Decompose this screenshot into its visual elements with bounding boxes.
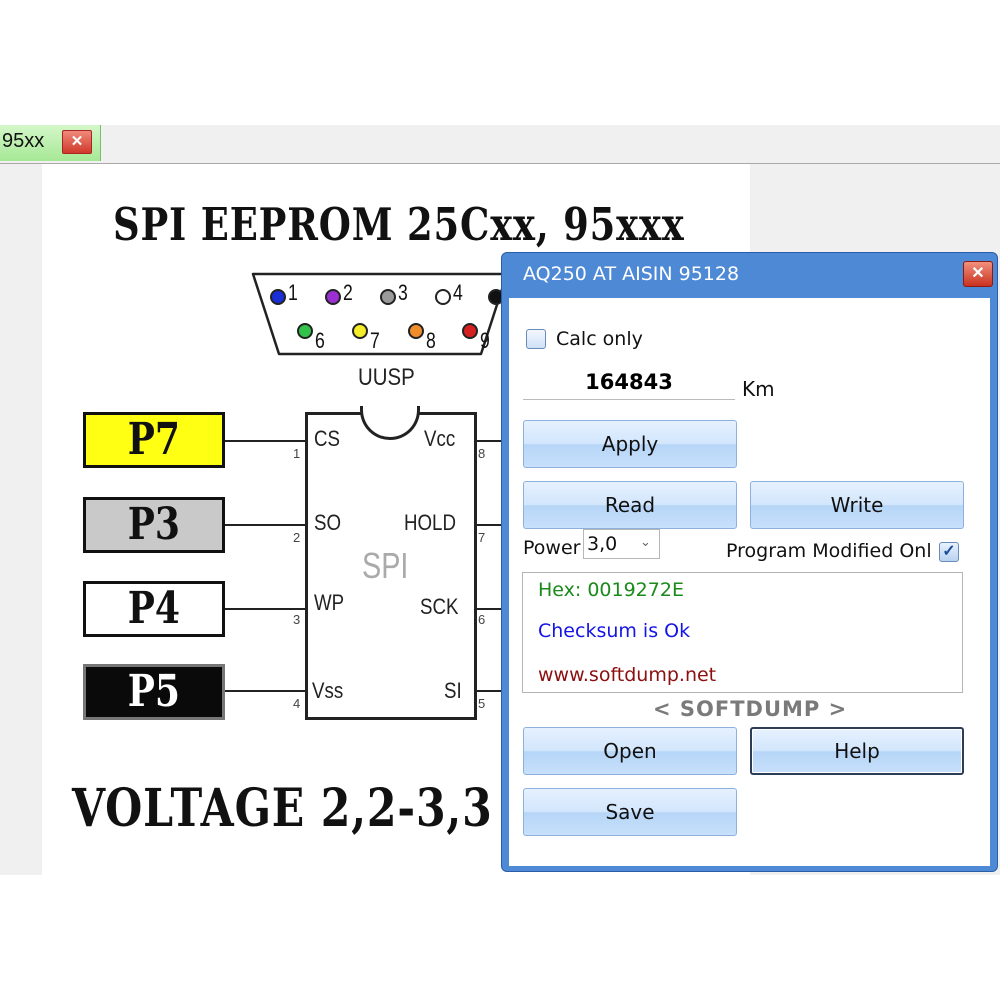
chip-pin-cs: CS — [314, 426, 340, 451]
program-modified-checkbox[interactable]: ✓ — [939, 542, 959, 562]
wire — [477, 524, 503, 526]
port-box-p4: P4 — [83, 581, 225, 637]
connector-pin-number: 7 — [370, 328, 380, 353]
wire — [477, 440, 503, 442]
connector-pin-2 — [325, 289, 341, 305]
tab-close-icon[interactable]: ✕ — [62, 130, 92, 154]
diagram-title: SPI EEPROM 25Cxx, 95xxx — [113, 198, 685, 251]
connector-label: UUSP — [358, 364, 415, 391]
wire — [477, 690, 503, 692]
chip-pin-vcc: Vcc — [424, 426, 456, 451]
read-button[interactable]: Read — [523, 481, 737, 529]
chip-pin-number: 8 — [478, 446, 486, 461]
dialog-title: AQ250 AT AISIN 95128 — [523, 263, 740, 285]
save-button[interactable]: Save — [523, 788, 737, 836]
port-box-p5: P5 — [83, 664, 225, 720]
port-label: P4 — [127, 583, 181, 634]
softdump-brand-label: < SOFTDUMP > — [653, 697, 848, 721]
km-unit-label: Km — [742, 377, 775, 401]
connector-pin-8 — [408, 323, 424, 339]
connector-pin-number: 2 — [343, 280, 353, 305]
wire — [477, 608, 503, 610]
wire — [225, 524, 307, 526]
power-value[interactable]: 3,0 — [587, 533, 617, 555]
calc-only-checkbox[interactable] — [526, 329, 546, 349]
help-button[interactable]: Help — [750, 727, 964, 775]
connector-pin-number: 6 — [315, 328, 325, 353]
write-button[interactable]: Write — [750, 481, 964, 529]
port-label: P7 — [127, 414, 181, 465]
dialog-close-icon[interactable]: ✕ — [963, 261, 993, 287]
connector-pin-number: 8 — [426, 328, 436, 353]
power-label: Power — [523, 537, 581, 559]
chip-pin-number: 4 — [293, 696, 301, 711]
connector-pin-6 — [297, 323, 313, 339]
chip-center-label: SPI — [362, 545, 409, 586]
apply-button[interactable]: Apply — [523, 420, 737, 468]
chip-pin-vss: Vss — [312, 678, 344, 703]
chip-pin-so: SO — [314, 510, 342, 535]
connector-pin-number: 3 — [398, 280, 408, 305]
wire — [225, 690, 307, 692]
chip-pin-number: 1 — [293, 446, 301, 461]
chip-pin-number: 6 — [478, 612, 486, 627]
chip-pin-si: SI — [444, 678, 462, 703]
tab-label[interactable]: 95xx — [2, 130, 44, 153]
chip-pin-number: 7 — [478, 530, 486, 545]
km-input[interactable] — [523, 364, 735, 400]
wire — [225, 608, 307, 610]
connector-pin-1 — [270, 289, 286, 305]
port-box-p3: P3 — [83, 497, 225, 553]
chip-pin-number: 2 — [293, 530, 301, 545]
chevron-down-icon[interactable]: ⌄ — [640, 534, 651, 550]
chip-pin-number: 3 — [293, 612, 301, 627]
connector-pin-4 — [435, 289, 451, 305]
uusp-connector-outline — [251, 272, 509, 356]
chip-pin-sck: SCK — [420, 594, 459, 619]
tab-strip — [0, 125, 1000, 164]
calc-only-label[interactable]: Calc only — [556, 328, 643, 350]
chip-pin-wp: WP — [314, 590, 345, 615]
connector-pin-number: 1 — [288, 280, 298, 305]
port-label: P5 — [127, 666, 181, 717]
log-hex-line: Hex: 0019272E — [538, 579, 684, 601]
connector-pin-9 — [462, 323, 478, 339]
chip-pin-hold: HOLD — [404, 510, 456, 535]
port-box-p7: P7 — [83, 412, 225, 468]
connector-pin-number: 9 — [480, 328, 490, 353]
log-checksum-line: Checksum is Ok — [538, 620, 691, 642]
port-label: P3 — [127, 499, 181, 550]
program-modified-label[interactable]: Program Modified Onl — [726, 540, 932, 562]
connector-pin-number: 4 — [453, 280, 463, 305]
chip-pin-number: 5 — [478, 696, 486, 711]
open-button[interactable]: Open — [523, 727, 737, 775]
connector-pin-7 — [352, 323, 368, 339]
connector-pin-3 — [380, 289, 396, 305]
wire — [225, 440, 307, 442]
log-website-line: www.softdump.net — [538, 664, 717, 686]
